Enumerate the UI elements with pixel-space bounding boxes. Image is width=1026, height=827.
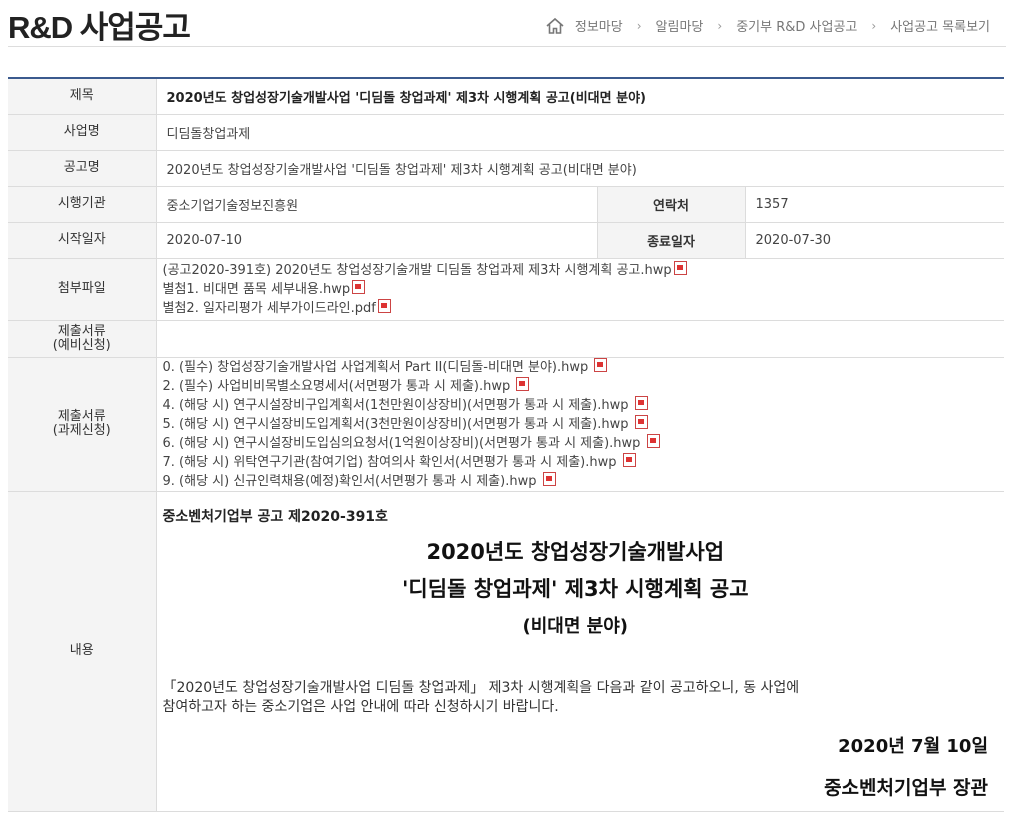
attachment-item[interactable]: 별첨1. 비대면 품목 세부내용.hwp bbox=[163, 279, 995, 299]
row-title: 제목 2020년도 창업성장기술개발사업 '디딤돌 창업과제' 제3차 시행계획… bbox=[8, 79, 1005, 115]
doc-item[interactable]: 9. (해당 시) 신규인력채용(예정)확인서(서면평가 통과 시 제출).hw… bbox=[163, 471, 995, 491]
hwp-file-icon[interactable] bbox=[646, 433, 660, 448]
hwp-file-icon[interactable] bbox=[352, 279, 366, 294]
notice-number: 중소벤처기업부 공고 제2020-391호 bbox=[162, 508, 388, 525]
program-label: 사업명 bbox=[8, 114, 157, 151]
attachment-item[interactable]: 별첨2. 일자리평가 세부가이드라인.pdf bbox=[163, 298, 995, 318]
hwp-file-icon[interactable] bbox=[634, 414, 648, 429]
attachment-list: (공고2020-391호) 2020년도 창업성장기술개발 디딤돌 창업과제 제… bbox=[156, 258, 1005, 321]
row-agency: 시행기관 중소기업기술정보진흥원 연락처 1357 bbox=[8, 186, 1005, 223]
row-notice-name: 공고명 2020년도 창업성장기술개발사업 '디딤돌 창업과제' 제3차 시행계… bbox=[8, 150, 1005, 187]
hwp-file-icon[interactable] bbox=[634, 395, 648, 410]
doc-item[interactable]: 5. (해당 시) 연구시설장비도입계획서(3천만원이상장비)(서면평가 통과 … bbox=[163, 414, 995, 434]
row-program: 사업명 디딤돌창업과제 bbox=[8, 114, 1005, 151]
hwp-file-icon[interactable] bbox=[622, 452, 636, 467]
doc-item[interactable]: 2. (필수) 사업비비목별소요명세서(서면평가 통과 시 제출).hwp bbox=[163, 376, 995, 396]
end-value: 2020-07-30 bbox=[745, 222, 1005, 259]
start-value: 2020-07-10 bbox=[156, 222, 597, 259]
program-value: 디딤돌창업과제 bbox=[156, 114, 1005, 151]
doc-item[interactable]: 6. (해당 시) 연구시설장비도입심의요청서(1억원이상장비)(서면평가 통과… bbox=[163, 433, 995, 453]
notice-headline: 2020년도 창업성장기술개발사업 '디딤돌 창업과제' 제3차 시행계획 공고… bbox=[402, 539, 749, 637]
chevron-right-icon: › bbox=[717, 18, 723, 33]
home-icon[interactable] bbox=[545, 17, 565, 35]
end-label: 종료일자 bbox=[596, 222, 746, 259]
row-docs-pre: 제출서류 (예비신청) bbox=[8, 320, 1005, 358]
row-dates: 시작일자 2020-07-10 종료일자 2020-07-30 bbox=[8, 222, 1005, 259]
breadcrumb-list[interactable]: 사업공고 목록보기 bbox=[890, 16, 990, 35]
notice-date: 2020년 7월 10일 bbox=[838, 735, 989, 757]
docs-task-list: 0. (필수) 창업성장기술개발사업 사업계획서 Part II(디딤돌-비대면… bbox=[156, 357, 1005, 492]
breadcrumb-info[interactable]: 정보마당 bbox=[575, 16, 623, 35]
doc-item[interactable]: 0. (필수) 창업성장기술개발사업 사업계획서 Part II(디딤돌-비대면… bbox=[163, 357, 995, 377]
chevron-right-icon: › bbox=[871, 18, 877, 33]
row-attachments: 첨부파일 (공고2020-391호) 2020년도 창업성장기술개발 디딤돌 창… bbox=[8, 258, 1005, 321]
notice-label: 공고명 bbox=[8, 150, 157, 187]
row-content: 내용 중소벤처기업부 공고 제2020-391호 2020년도 창업성장기술개발… bbox=[8, 491, 1005, 812]
docs-pre-label: 제출서류 (예비신청) bbox=[8, 320, 157, 358]
title-value: 2020년도 창업성장기술개발사업 '디딤돌 창업과제' 제3차 시행계획 공고… bbox=[156, 79, 1005, 115]
pdf-file-icon[interactable] bbox=[377, 298, 391, 313]
page-title: R&D 사업공고 bbox=[8, 10, 191, 45]
breadcrumb-notice[interactable]: 알림마당 bbox=[656, 16, 704, 35]
chevron-right-icon: › bbox=[636, 18, 642, 33]
row-docs-task: 제출서류 (과제신청) 0. (필수) 창업성장기술개발사업 사업계획서 Par… bbox=[8, 357, 1005, 492]
docs-pre-value bbox=[156, 320, 1005, 358]
hwp-file-icon[interactable] bbox=[673, 260, 687, 275]
hwp-file-icon[interactable] bbox=[542, 471, 556, 486]
hwp-file-icon[interactable] bbox=[516, 376, 530, 391]
contact-value: 1357 bbox=[745, 186, 1005, 223]
agency-label: 시행기관 bbox=[8, 186, 157, 223]
breadcrumb-rd[interactable]: 중기부 R&D 사업공고 bbox=[736, 16, 857, 35]
doc-item[interactable]: 4. (해당 시) 연구시설장비구입계획서(1천만원이상장비)(서면평가 통과 … bbox=[163, 395, 995, 415]
doc-item[interactable]: 7. (해당 시) 위탁연구기관(참여기업) 참여의사 확인서(서면평가 통과 … bbox=[163, 452, 995, 472]
notice-value: 2020년도 창업성장기술개발사업 '디딤돌 창업과제' 제3차 시행계획 공고… bbox=[156, 150, 1005, 187]
contact-label: 연락처 bbox=[596, 186, 746, 223]
notice-body: 「2020년도 창업성장기술개발사업 디딤돌 창업과제」 제3차 시행계획을 다… bbox=[162, 679, 800, 715]
title-label: 제목 bbox=[8, 79, 157, 115]
agency-value: 중소기업기술정보진흥원 bbox=[156, 186, 597, 223]
notice-detail-table: 제목 2020년도 창업성장기술개발사업 '디딤돌 창업과제' 제3차 시행계획… bbox=[8, 77, 1005, 812]
attachment-item[interactable]: (공고2020-391호) 2020년도 창업성장기술개발 디딤돌 창업과제 제… bbox=[163, 260, 995, 280]
notice-signature: 중소벤처기업부 장관 bbox=[824, 776, 989, 799]
start-label: 시작일자 bbox=[8, 222, 157, 259]
header-divider bbox=[8, 46, 1006, 47]
content-body: 중소벤처기업부 공고 제2020-391호 2020년도 창업성장기술개발사업 … bbox=[156, 491, 1005, 812]
content-label: 내용 bbox=[8, 491, 157, 812]
breadcrumb: 정보마당 › 알림마당 › 중기부 R&D 사업공고 › 사업공고 목록보기 bbox=[545, 16, 990, 35]
hwp-file-icon[interactable] bbox=[594, 357, 608, 372]
docs-task-label: 제출서류 (과제신청) bbox=[8, 357, 157, 492]
attach-label: 첨부파일 bbox=[8, 258, 157, 321]
